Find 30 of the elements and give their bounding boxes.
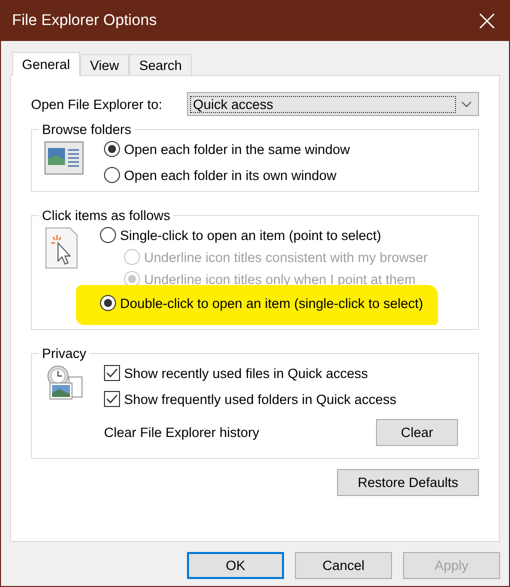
close-icon[interactable] xyxy=(479,13,495,29)
cursor-on-page-icon xyxy=(44,227,80,269)
group-title: Privacy xyxy=(41,346,88,361)
group-title: Click items as follows xyxy=(41,208,172,223)
chevron-down-icon xyxy=(461,100,472,108)
group-title: Browse folders xyxy=(41,122,132,137)
clear-history-label: Clear File Explorer history xyxy=(104,425,260,440)
checkbox[interactable] xyxy=(104,365,120,381)
checkbox-label[interactable]: Show recently used files in Quick access xyxy=(124,366,368,380)
tab[interactable]: View xyxy=(80,54,130,75)
window-title: File Explorer Options xyxy=(12,12,157,30)
field-label: Open File Explorer to: xyxy=(31,96,162,112)
radio-button[interactable] xyxy=(104,141,120,157)
dropdown[interactable]: Quick access xyxy=(187,92,479,116)
radio-button[interactable] xyxy=(104,167,120,183)
option-label[interactable]: Single-click to open an item (point to select) xyxy=(120,228,382,242)
checkbox[interactable] xyxy=(104,391,120,407)
tab[interactable]: General xyxy=(12,52,80,76)
restore-defaults-button[interactable]: Restore Defaults xyxy=(337,469,479,496)
option-label[interactable]: Open each folder in its own window xyxy=(124,168,336,182)
dialog-button[interactable]: OK xyxy=(187,552,284,579)
radio-button[interactable] xyxy=(100,227,116,243)
checkbox-label[interactable]: Show frequently used folders in Quick access xyxy=(124,392,396,406)
window-icon xyxy=(44,141,84,175)
radio-button[interactable] xyxy=(100,295,116,311)
option-label[interactable]: Open each folder in the same window xyxy=(124,142,350,156)
tab[interactable]: Search xyxy=(129,54,192,75)
option-label[interactable]: Double-click to open an item (single-click to select) xyxy=(120,296,424,310)
dialog-button[interactable]: Cancel xyxy=(295,552,392,579)
clear-button[interactable]: Clear xyxy=(376,419,458,446)
